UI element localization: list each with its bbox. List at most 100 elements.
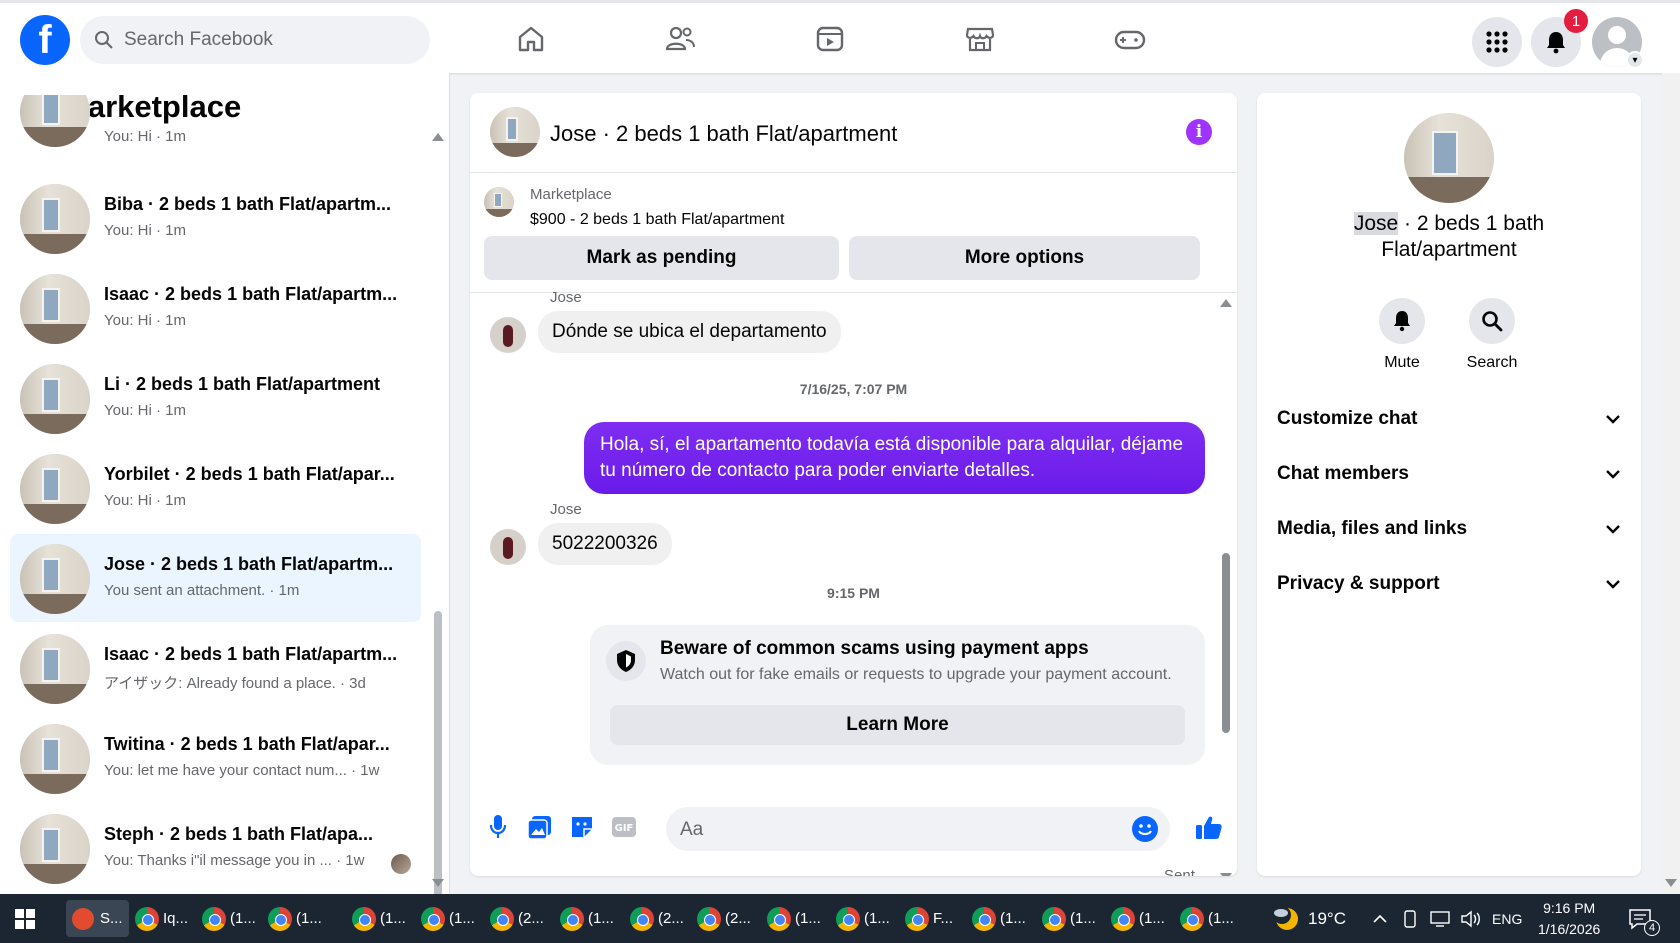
- more-options-button[interactable]: More options: [849, 236, 1200, 280]
- customize-chat-section[interactable]: Customize chat: [1277, 399, 1621, 439]
- clock[interactable]: 9:16 PM 1/16/2026: [1538, 894, 1600, 943]
- chrome-icon: [697, 906, 721, 931]
- listing-large-thumbnail[interactable]: [1404, 113, 1494, 203]
- taskbar-app[interactable]: (1...: [767, 900, 821, 937]
- chrome-icon: [1111, 906, 1135, 931]
- search-box[interactable]: Search Facebook: [80, 16, 430, 64]
- tray-chevron-up-icon[interactable]: [1372, 894, 1388, 943]
- section-label: Privacy & support: [1277, 573, 1440, 594]
- taskbar-app[interactable]: S...: [66, 900, 129, 937]
- photo-icon[interactable]: [526, 813, 554, 841]
- scam-warning-card: Beware of common scams using payment app…: [590, 625, 1205, 765]
- sender-avatar[interactable]: [490, 529, 526, 565]
- privacy-support-section[interactable]: Privacy & support: [1277, 564, 1621, 604]
- menu-grid-button[interactable]: [1472, 17, 1522, 67]
- listing-thumbnail: [20, 364, 90, 434]
- incoming-message[interactable]: 5022200326: [538, 523, 672, 565]
- taskbar-app[interactable]: (1...: [421, 900, 475, 937]
- taskbar-app[interactable]: (1...: [560, 900, 614, 937]
- video-icon[interactable]: [810, 19, 850, 59]
- taskbar-app[interactable]: (2...: [490, 900, 544, 937]
- friends-icon[interactable]: [660, 19, 700, 59]
- chat-listing-thumbnail[interactable]: [490, 107, 540, 157]
- taskbar-app[interactable]: (1...: [972, 900, 1026, 937]
- conversation-item-partial[interactable]: You: Hi · 1m: [10, 95, 421, 157]
- taskbar-app[interactable]: (1...: [836, 900, 890, 937]
- chat-info-title: Jose · 2 beds 1 bath Flat/apartment: [1297, 211, 1601, 263]
- outgoing-message[interactable]: Hola, sí, el apartamento todavía está di…: [584, 422, 1205, 494]
- microphone-icon[interactable]: [484, 813, 512, 841]
- chat-title[interactable]: Jose · 2 beds 1 bath Flat/apartment: [550, 121, 897, 147]
- taskbar-app[interactable]: (1...: [1042, 900, 1096, 937]
- scroll-down-icon[interactable]: [432, 879, 444, 887]
- conversation-item[interactable]: Isaac · 2 beds 1 bath Flat/apartm... アイザ…: [10, 624, 421, 712]
- scrollbar-thumb[interactable]: [434, 611, 442, 894]
- taskbar-app[interactable]: Iq...: [135, 900, 188, 937]
- taskbar-app[interactable]: (2...: [697, 900, 751, 937]
- taskbar-app[interactable]: (1...: [202, 900, 256, 937]
- notification-center-icon[interactable]: 4: [1628, 894, 1660, 943]
- taskbar-app[interactable]: (1...: [1180, 900, 1234, 937]
- conversation-item[interactable]: Isaac · 2 beds 1 bath Flat/apartm... You…: [10, 264, 421, 352]
- conversation-item[interactable]: Yorbilet · 2 beds 1 bath Flat/apar... Yo…: [10, 444, 421, 532]
- marketplace-icon[interactable]: [960, 19, 1000, 59]
- search-action[interactable]: Search: [1457, 298, 1527, 372]
- notification-badge: 1: [1564, 9, 1588, 33]
- sidebar-scrollbar[interactable]: [432, 133, 444, 894]
- gaming-icon[interactable]: [1110, 19, 1150, 59]
- thumbs-up-icon[interactable]: [1194, 813, 1224, 841]
- facebook-logo[interactable]: f: [20, 15, 70, 65]
- network-icon[interactable]: [1430, 894, 1450, 943]
- conversation-item-active[interactable]: Jose · 2 beds 1 bath Flat/apartm... You …: [10, 534, 421, 622]
- listing-thumbnail: [20, 814, 90, 884]
- taskbar-app[interactable]: F...: [905, 900, 953, 937]
- listing-price[interactable]: $900 - 2 beds 1 bath Flat/apartment: [530, 211, 784, 229]
- scroll-down-icon[interactable]: [1665, 879, 1677, 887]
- scrollbar-thumb[interactable]: [1222, 553, 1230, 733]
- chevron-down-icon[interactable]: ▾: [1626, 51, 1644, 69]
- timestamp: 7/16/25, 7:07 PM: [799, 381, 908, 397]
- media-files-links-section[interactable]: Media, files and links: [1277, 509, 1621, 549]
- incoming-message[interactable]: Dónde se ubica el departamento: [538, 311, 841, 353]
- mute-action[interactable]: Mute: [1367, 298, 1437, 372]
- scroll-up-icon[interactable]: [432, 133, 444, 141]
- marketplace-sidebar: Marketplace You: Hi · 1m Biba · 2 beds 1…: [0, 73, 450, 894]
- info-icon[interactable]: i: [1186, 119, 1212, 145]
- conversation-item[interactable]: Steph · 2 beds 1 bath Flat/apa... You: T…: [10, 804, 421, 892]
- conversation-item[interactable]: Li · 2 beds 1 bath Flat/apartment You: H…: [10, 354, 421, 442]
- conversation-preview: You: Hi · 1m: [104, 492, 186, 509]
- taskbar-app[interactable]: (1...: [1111, 900, 1165, 937]
- conversation-item[interactable]: Biba · 2 beds 1 bath Flat/apartm... You:…: [10, 174, 421, 262]
- search-icon: [1469, 298, 1515, 344]
- taskbar-app-label: (1...: [1000, 910, 1026, 927]
- home-icon[interactable]: [511, 19, 551, 59]
- language-indicator[interactable]: ENG: [1492, 894, 1522, 943]
- scroll-up-icon[interactable]: [1220, 299, 1232, 307]
- learn-more-button[interactable]: Learn More: [610, 705, 1185, 745]
- conversation-item[interactable]: Twitina · 2 beds 1 bath Flat/apar... You…: [10, 714, 421, 802]
- chrome-icon: [630, 906, 654, 931]
- mute-label: Mute: [1384, 354, 1420, 371]
- mark-as-pending-button[interactable]: Mark as pending: [484, 236, 839, 280]
- taskbar-app[interactable]: (1...: [352, 900, 406, 937]
- taskbar-app[interactable]: (2...: [630, 900, 684, 937]
- sender-avatar[interactable]: [490, 317, 526, 353]
- emoji-icon[interactable]: [1132, 816, 1158, 842]
- listing-thumbnail: [20, 274, 90, 344]
- page-scrollbar[interactable]: [1662, 73, 1680, 894]
- taskbar-app-label: (1...: [588, 910, 614, 927]
- sender-name: Jose: [550, 501, 582, 518]
- message-input[interactable]: Aa: [666, 807, 1170, 851]
- taskbar-app[interactable]: (1...: [268, 900, 322, 937]
- start-button[interactable]: [14, 900, 36, 937]
- chrome-icon: [268, 906, 292, 931]
- chat-members-section[interactable]: Chat members: [1277, 454, 1621, 494]
- gif-icon[interactable]: GIF: [610, 813, 638, 841]
- sticker-icon[interactable]: [568, 813, 596, 841]
- clock-date: 1/16/2026: [1538, 920, 1601, 937]
- tray-device-icon[interactable]: [1402, 894, 1418, 943]
- volume-icon[interactable]: [1460, 894, 1482, 943]
- weather-widget[interactable]: 19°C: [1270, 894, 1346, 943]
- taskbar-app-label: (2...: [518, 910, 544, 927]
- highlighted-name: Jose: [1353, 212, 1399, 235]
